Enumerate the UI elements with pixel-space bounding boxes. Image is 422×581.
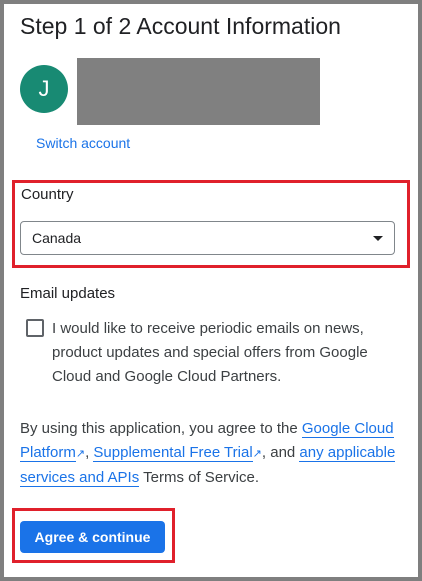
avatar-initial: J [38, 76, 50, 101]
account-info-panel: Step 1 of 2 Account Information J Switch… [4, 4, 418, 577]
email-updates-label: Email updates [20, 285, 116, 302]
page-title: Step 1 of 2 Account Information [20, 13, 341, 40]
terms-text: By using this application, you agree to … [20, 417, 405, 490]
email-updates-checkbox[interactable] [26, 319, 44, 337]
title-text: Account Information [136, 13, 341, 39]
country-select[interactable]: Canada [20, 221, 395, 255]
redacted-account-info [77, 58, 320, 125]
step-indicator: Step 1 of 2 [20, 13, 132, 39]
country-value: Canada [32, 230, 82, 246]
country-label: Country [21, 186, 74, 203]
external-link-icon: ↗ [252, 448, 262, 460]
switch-account-link[interactable]: Switch account [36, 135, 130, 151]
terms-suffix: Terms of Service. [139, 469, 259, 486]
dropdown-arrow-icon [373, 235, 383, 241]
agree-continue-button[interactable]: Agree & continue [20, 521, 165, 553]
external-link-icon: ↗ [75, 448, 86, 460]
terms-sep: , and [261, 444, 300, 461]
avatar: J [20, 65, 68, 113]
email-updates-text: I would like to receive periodic emails … [52, 320, 368, 385]
free-trial-terms-link[interactable]: Supplemental Free Trial [93, 444, 253, 462]
terms-prefix: By using this application, you agree to … [20, 420, 302, 437]
